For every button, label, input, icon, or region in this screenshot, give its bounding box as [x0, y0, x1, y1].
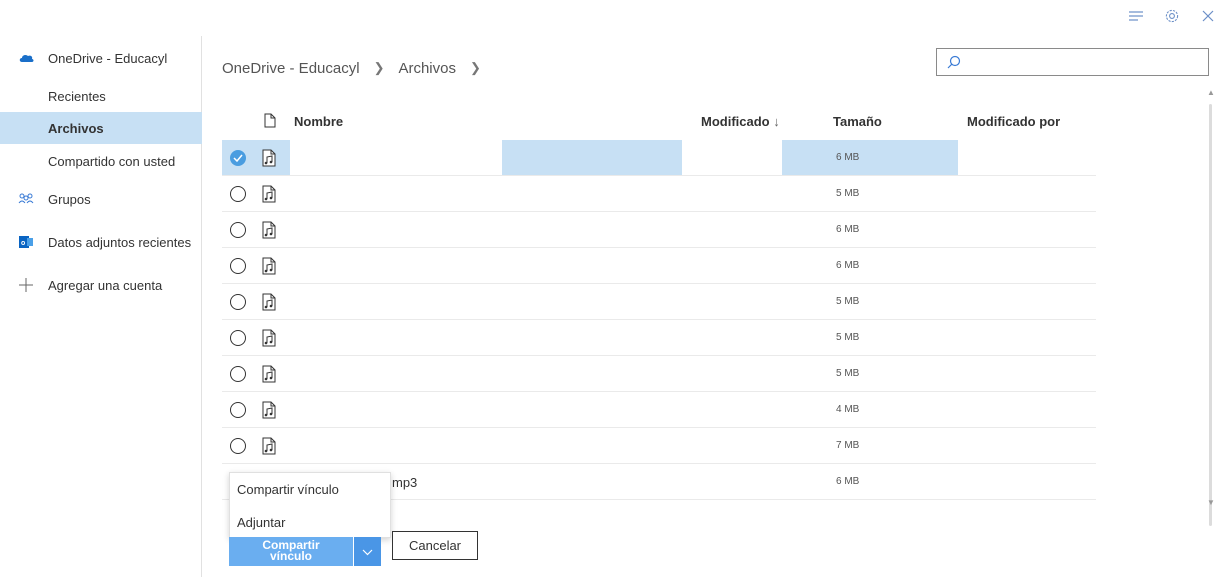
- breadcrumb: OneDrive - Educacyl ❯ Archivos ❯: [222, 58, 495, 78]
- sidebar-item-label: Compartido con usted: [48, 153, 176, 169]
- menu-item-adjuntar[interactable]: Adjuntar: [237, 515, 285, 530]
- sidebar-item-compartido[interactable]: Compartido con usted: [0, 145, 202, 177]
- table-row[interactable]: 6 MB: [222, 248, 1096, 284]
- gear-icon[interactable]: [1164, 8, 1180, 24]
- audio-file-icon: [262, 437, 276, 455]
- top-bar: [0, 0, 1225, 32]
- column-header-modified-by[interactable]: Modificado por: [967, 114, 1060, 129]
- file-size: 4 MB: [836, 404, 860, 415]
- sidebar-item-label: Archivos: [48, 120, 104, 136]
- menu-item-compartir-vinculo[interactable]: Compartir vínculo: [237, 482, 339, 497]
- file-size: 6 MB: [836, 224, 860, 235]
- scroll-down-icon[interactable]: ▼: [1207, 498, 1215, 507]
- audio-file-icon: [262, 329, 276, 347]
- file-size: 6 MB: [836, 260, 860, 271]
- row-select-radio[interactable]: [230, 258, 246, 274]
- svg-text:o: o: [21, 240, 25, 247]
- sidebar-item-grupos[interactable]: Grupos: [0, 183, 202, 215]
- sidebar-item-label: Datos adjuntos recientes: [48, 234, 192, 250]
- file-size: 6 MB: [836, 476, 860, 487]
- row-select-radio[interactable]: [230, 330, 246, 346]
- close-icon[interactable]: [1200, 8, 1216, 24]
- sidebar-item-archivos[interactable]: Archivos: [0, 112, 202, 144]
- table-row[interactable]: 6 MB: [222, 212, 1096, 248]
- column-header-size[interactable]: Tamaño: [833, 114, 882, 129]
- onedrive-cloud-icon: [18, 50, 34, 66]
- outlook-icon: o: [18, 234, 34, 250]
- search-input[interactable]: [936, 48, 1209, 76]
- breadcrumb-root[interactable]: OneDrive - Educacyl: [222, 60, 360, 77]
- search-icon: [947, 55, 961, 69]
- sidebar-item-agregar-cuenta[interactable]: Agregar una cuenta: [0, 269, 202, 301]
- sidebar-item-datos-adjuntos[interactable]: o Datos adjuntos recientes: [0, 226, 202, 258]
- row-select-radio[interactable]: [230, 186, 246, 202]
- file-name: mp3: [392, 475, 418, 490]
- sidebar-item-label: Grupos: [48, 191, 91, 207]
- row-select-radio[interactable]: [230, 438, 246, 454]
- sidebar: OneDrive - Educacyl Recientes Archivos C…: [0, 36, 202, 577]
- row-select-radio[interactable]: [230, 222, 246, 238]
- table-row[interactable]: 5 MB: [222, 176, 1096, 212]
- share-link-button[interactable]: Compartir vínculo: [229, 537, 353, 566]
- table-row[interactable]: 6 MB: [222, 140, 1096, 176]
- column-header-modified[interactable]: Modificado ↓: [701, 114, 780, 129]
- table-row[interactable]: 5 MB: [222, 356, 1096, 392]
- sidebar-item-label: Recientes: [48, 88, 106, 104]
- chevron-right-icon: ❯: [373, 60, 385, 75]
- audio-file-icon: [262, 365, 276, 383]
- audio-file-icon: [262, 257, 276, 275]
- sort-down-icon: ↓: [773, 114, 780, 129]
- chevron-right-icon: ❯: [470, 60, 481, 75]
- file-size: 6 MB: [836, 152, 860, 163]
- sidebar-item-account[interactable]: OneDrive - Educacyl: [0, 42, 202, 74]
- share-options-toggle[interactable]: [353, 537, 381, 566]
- scroll-up-icon[interactable]: ▲: [1207, 88, 1215, 97]
- scrollbar-thumb[interactable]: [1209, 104, 1212, 526]
- file-type-icon: [264, 113, 276, 131]
- sidebar-item-label: OneDrive - Educacyl: [48, 50, 168, 66]
- audio-file-icon: [262, 401, 276, 419]
- share-options-menu: Compartir vínculo Adjuntar: [229, 472, 391, 538]
- column-header-name[interactable]: Nombre: [294, 114, 343, 129]
- sidebar-item-label: Agregar una cuenta: [48, 277, 163, 293]
- table-row[interactable]: 7 MB: [222, 428, 1096, 464]
- share-link-button-label: Compartir vínculo: [262, 538, 320, 563]
- sidebar-item-recientes[interactable]: Recientes: [0, 80, 202, 112]
- file-size: 5 MB: [836, 332, 860, 343]
- audio-file-icon: [262, 221, 276, 239]
- checkmark-icon[interactable]: [230, 150, 246, 166]
- menu-lines-icon[interactable]: [1128, 8, 1144, 24]
- table-row[interactable]: 5 MB: [222, 320, 1096, 356]
- table-row[interactable]: 5 MB: [222, 284, 1096, 320]
- row-select-radio[interactable]: [230, 294, 246, 310]
- groups-icon: [18, 191, 34, 207]
- file-size: 7 MB: [836, 440, 860, 451]
- table-row[interactable]: 4 MB: [222, 392, 1096, 428]
- file-size: 5 MB: [836, 368, 860, 379]
- plus-icon: [18, 277, 34, 293]
- grid-header: Nombre Modificado ↓ Tamaño Modificado po…: [222, 104, 1202, 140]
- chevron-down-icon: [362, 543, 373, 561]
- file-size: 5 MB: [836, 296, 860, 307]
- row-select-radio[interactable]: [230, 366, 246, 382]
- scrollbar[interactable]: ▲ ▼: [1203, 88, 1217, 526]
- audio-file-icon: [262, 185, 276, 203]
- audio-file-icon: [262, 149, 276, 167]
- column-header-modified-label: Modificado: [701, 114, 770, 129]
- row-select-radio[interactable]: [230, 402, 246, 418]
- breadcrumb-current[interactable]: Archivos: [398, 60, 456, 77]
- file-size: 5 MB: [836, 188, 860, 199]
- audio-file-icon: [262, 293, 276, 311]
- cancel-button[interactable]: Cancelar: [392, 531, 478, 560]
